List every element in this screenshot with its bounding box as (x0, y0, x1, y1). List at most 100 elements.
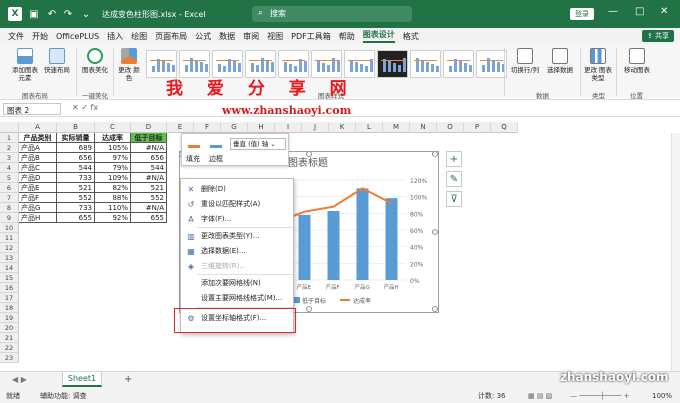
column-header-F[interactable]: F (194, 122, 221, 133)
add-sheet-button[interactable]: + (124, 374, 132, 385)
row-header-2[interactable]: 2 (0, 143, 19, 153)
context-menu-item[interactable]: ↺ 重设以匹配样式(A) (181, 198, 293, 211)
table-cell[interactable]: 产品C (19, 163, 57, 173)
tab-12[interactable]: 图表设计 (362, 29, 395, 43)
tab-0[interactable]: 文件 (8, 31, 24, 42)
table-cell[interactable]: 产品类别 (19, 133, 57, 143)
table-cell[interactable]: 105% (95, 143, 131, 153)
tab-6[interactable]: 公式 (195, 31, 211, 42)
context-menu-item[interactable]: ▦ 选择数据(E)... (181, 245, 293, 258)
column-header-L[interactable]: L (356, 122, 383, 133)
column-header-B[interactable]: B (57, 122, 95, 133)
context-menu-item[interactable]: 设置主要网格线格式(M)... (181, 292, 293, 305)
table-cell[interactable]: 88% (95, 193, 131, 203)
row-header-14[interactable]: 14 (0, 263, 19, 273)
name-box[interactable]: 图表 2 (3, 103, 61, 115)
context-menu-item[interactable]: ▥ 更改图表类型(Y)... (181, 230, 293, 243)
context-menu-item[interactable]: ◈ 三维旋转(R)... (181, 260, 293, 273)
tab-8[interactable]: 审阅 (243, 31, 259, 42)
table-cell[interactable]: 97% (95, 153, 131, 163)
select-data-button[interactable]: 选择数据 (544, 48, 576, 74)
table-cell[interactable]: 产品H (19, 213, 57, 223)
chart-filter-icon[interactable]: ⊽ (446, 191, 462, 207)
tab-4[interactable]: 绘图 (131, 31, 147, 42)
tab-5[interactable]: 页面布局 (155, 31, 187, 42)
table-cell[interactable]: 521 (131, 183, 167, 193)
context-menu-item[interactable]: A 字体(F)... (181, 213, 293, 226)
column-header-O[interactable]: O (437, 122, 464, 133)
tab-7[interactable]: 数据 (219, 31, 235, 42)
select-all-corner[interactable] (0, 122, 19, 133)
close-button[interactable]: ✕ (660, 6, 668, 17)
outline-label[interactable]: 边框 (209, 154, 223, 164)
row-header-21[interactable]: 21 (0, 333, 19, 343)
tab-2[interactable]: OfficePLUS (56, 32, 99, 41)
fx-icon[interactable]: fx (91, 103, 99, 112)
accessibility-status[interactable]: 辅助功能: 调查 (40, 389, 87, 403)
table-cell[interactable]: 733 (57, 203, 95, 213)
table-cell[interactable]: 544 (57, 163, 95, 173)
row-header-6[interactable]: 6 (0, 183, 19, 193)
table-cell[interactable]: 109% (95, 173, 131, 183)
column-header-Q[interactable]: Q (491, 122, 518, 133)
table-cell[interactable]: #N/A (131, 203, 167, 213)
row-header-7[interactable]: 7 (0, 193, 19, 203)
table-cell[interactable]: 实际销量 (57, 133, 95, 143)
table-cell[interactable]: #N/A (131, 143, 167, 153)
table-cell[interactable]: 733 (57, 173, 95, 183)
table-cell[interactable]: 110% (95, 203, 131, 213)
row-header-12[interactable]: 12 (0, 243, 19, 253)
context-menu-item[interactable]: ✕ 删除(D) (181, 183, 293, 196)
column-header-J[interactable]: J (302, 122, 329, 133)
table-cell[interactable]: 656 (131, 153, 167, 163)
table-cell[interactable]: 产品A (19, 143, 57, 153)
sheet-nav-arrows-icon[interactable]: ◀ ▶ (12, 375, 27, 384)
fill-label[interactable]: 填充 (186, 154, 200, 164)
search-box[interactable]: ⌕ 搜索 (252, 6, 412, 22)
move-chart-button[interactable]: 移动图表 (620, 48, 654, 74)
tab-10[interactable]: PDF工具箱 (291, 31, 331, 42)
table-cell[interactable]: 低于目标 (131, 133, 167, 143)
column-header-K[interactable]: K (329, 122, 356, 133)
table-cell[interactable]: 产品E (19, 183, 57, 193)
zoom-level[interactable]: 100% (652, 389, 672, 403)
chart-style-thumbnail[interactable] (377, 50, 408, 78)
table-cell[interactable]: 82% (95, 183, 131, 193)
tab-13[interactable]: 格式 (403, 31, 419, 42)
column-header-M[interactable]: M (383, 122, 410, 133)
row-header-13[interactable]: 13 (0, 253, 19, 263)
table-cell[interactable]: 544 (131, 163, 167, 173)
add-chart-element-button[interactable]: 添加图表 元素 (8, 48, 42, 82)
column-header-E[interactable]: E (167, 122, 194, 133)
row-header-11[interactable]: 11 (0, 233, 19, 243)
table-cell[interactable]: 655 (131, 213, 167, 223)
context-menu-item[interactable]: 添加次要网格线(N) (181, 277, 293, 290)
column-header-C[interactable]: C (95, 122, 131, 133)
vertical-scrollbar[interactable] (671, 133, 680, 371)
tab-3[interactable]: 插入 (107, 31, 123, 42)
table-cell[interactable]: 产品G (19, 203, 57, 213)
table-cell[interactable]: 521 (57, 183, 95, 193)
table-cell[interactable]: 达成率 (95, 133, 131, 143)
table-cell[interactable]: 79% (95, 163, 131, 173)
zoom-slider[interactable]: — ─────┼──── + (570, 389, 629, 403)
chart-style-thumbnail[interactable] (443, 50, 474, 78)
change-chart-type-button[interactable]: 更改 图表类型 (583, 48, 613, 82)
row-header-15[interactable]: 15 (0, 273, 19, 283)
chart-style-thumbnail[interactable] (476, 50, 507, 78)
row-header-8[interactable]: 8 (0, 203, 19, 213)
table-cell[interactable]: 655 (57, 213, 95, 223)
outline-pen-icon[interactable] (210, 138, 222, 148)
chart-element-selector[interactable]: 垂直 (值) 轴 ⌄ (230, 138, 286, 150)
row-header-9[interactable]: 9 (0, 213, 19, 223)
row-header-23[interactable]: 23 (0, 353, 19, 363)
column-header-A[interactable]: A (19, 122, 57, 133)
save-icon[interactable]: ▣ (28, 7, 40, 21)
column-header-D[interactable]: D (131, 122, 167, 133)
quick-layout-button[interactable]: 快速布局 (42, 48, 72, 74)
maximize-button[interactable]: □ (635, 6, 644, 17)
row-header-17[interactable]: 17 (0, 293, 19, 303)
login-button[interactable]: 登录 (570, 8, 594, 20)
sheet-tab-sheet1[interactable]: Sheet1 (62, 372, 102, 387)
column-header-I[interactable]: I (275, 122, 302, 133)
